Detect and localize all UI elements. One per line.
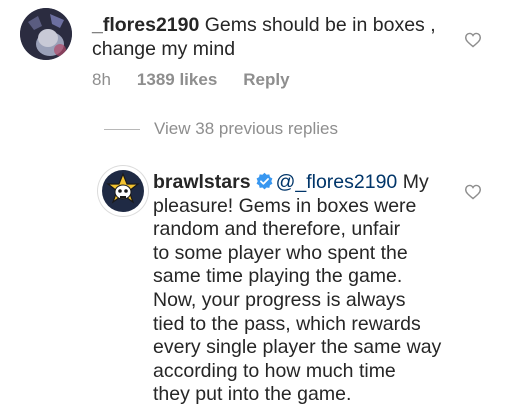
- brawlstars-skull-logo: [99, 167, 147, 215]
- view-replies-label: View 38 previous replies: [154, 119, 338, 138]
- reply-line-5: Now, your progress is always: [153, 288, 406, 311]
- avatar-image: [20, 8, 72, 60]
- avatar-flores2190[interactable]: [20, 8, 72, 60]
- reply-body: brawlstars @_flores2190 My pleasure! Gems…: [153, 171, 443, 407]
- avatar-brawlstars[interactable]: [98, 166, 148, 216]
- reply-line-6: tied to the pass, which rewards: [153, 312, 421, 335]
- verified-badge-icon: [256, 172, 272, 190]
- reply-line-9: they put into the game.: [153, 383, 352, 406]
- reply-line-2: random and therefore, unfair: [153, 218, 401, 241]
- comment-text-line2: change my mind: [92, 37, 236, 60]
- heart-outline-icon[interactable]: [464, 32, 482, 48]
- reply-username[interactable]: brawlstars: [153, 171, 251, 193]
- comment-meta: 8h 1389 likes Reply: [92, 70, 316, 90]
- reply-mention[interactable]: @_flores2190: [276, 171, 398, 193]
- reply-line-7: every single player the same way: [153, 336, 442, 359]
- comment-body: _flores2190 Gems should be in boxes , ch…: [92, 14, 472, 61]
- replies-divider-line: [104, 128, 140, 130]
- reply-line-0: My: [397, 171, 429, 193]
- reply-line-1: pleasure! Gems in boxes were: [153, 194, 417, 217]
- reply-line-4: same time playing the game.: [153, 265, 403, 288]
- comment-time: 8h: [92, 70, 111, 89]
- reply-button[interactable]: Reply: [243, 70, 289, 89]
- reply-line-3: to some player who spent the: [153, 241, 408, 264]
- comment-likes[interactable]: 1389 likes: [137, 70, 217, 89]
- view-previous-replies[interactable]: View 38 previous replies: [104, 119, 338, 139]
- reply-line-8: according to how much time: [153, 359, 396, 382]
- heart-outline-icon[interactable]: [464, 184, 482, 200]
- comment-text: Gems should be in boxes ,: [199, 14, 436, 36]
- comment-username[interactable]: _flores2190: [92, 14, 199, 36]
